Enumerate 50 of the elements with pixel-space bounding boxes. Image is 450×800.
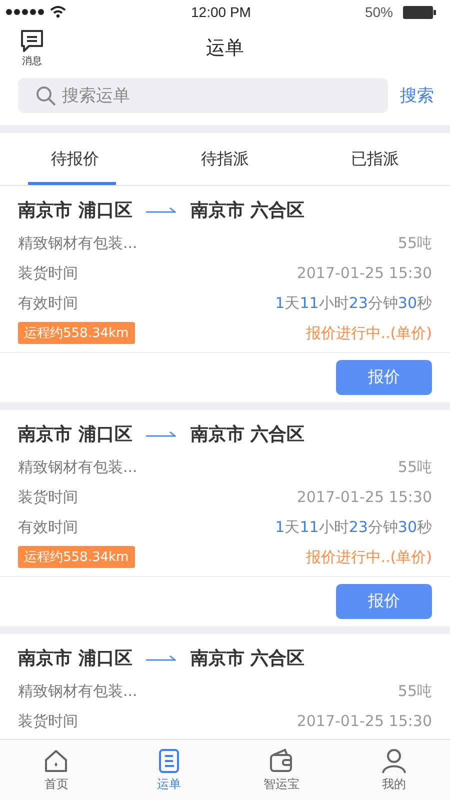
destination-text: 南京市 六合区 bbox=[190, 647, 305, 670]
distance-tag: 运程约558.34km bbox=[18, 322, 135, 344]
message-label[interactable]: 消息 bbox=[22, 54, 42, 68]
message-icon[interactable] bbox=[20, 28, 44, 52]
status-text: 报价进行中..(单价) bbox=[306, 324, 432, 342]
load-time-value: 2017-01-25 15:30 bbox=[296, 712, 432, 730]
weight-text: 55吨 bbox=[398, 682, 432, 700]
weight-text: 55吨 bbox=[398, 458, 432, 476]
order-card[interactable]: 南京市 浦口区 南京市 六合区 精致钢材有包装... 55吨 装货时间 2017-01-25 15:30 bbox=[0, 634, 450, 739]
page-title: 运单 bbox=[205, 36, 245, 61]
battery-text: 50% bbox=[364, 4, 393, 20]
valid-time-label: 有效时间 bbox=[18, 518, 78, 536]
countdown-text: 1天11小时23分钟30秒 bbox=[275, 294, 432, 312]
load-time-value: 2017-01-25 15:30 bbox=[296, 264, 432, 282]
tab[interactable]: 待报价 bbox=[0, 133, 150, 185]
destination-text: 南京市 六合区 bbox=[190, 199, 305, 222]
cargo-text: 精致钢材有包装... bbox=[18, 458, 138, 476]
battery-icon bbox=[402, 6, 436, 18]
cargo-text: 精致钢材有包装... bbox=[18, 682, 138, 700]
nav-item[interactable]: 首页 bbox=[0, 740, 112, 800]
status-text: 报价进行中..(单价) bbox=[306, 548, 432, 566]
wifi-icon bbox=[50, 6, 66, 18]
order-card[interactable]: 南京市 浦口区 南京市 六合区 精致钢材有包装... 55吨 装货时间 2017-01-25 15:30 有效时间 1天11小时23分钟30秒 运程约558.34km 报价进行中..(单价) 报价 bbox=[0, 410, 450, 626]
load-time-label: 装货时间 bbox=[18, 488, 78, 506]
status-time: 12:00 PM bbox=[190, 4, 252, 20]
wallet-icon bbox=[268, 748, 294, 774]
load-time-value: 2017-01-25 15:30 bbox=[296, 488, 432, 506]
signal-icon bbox=[6, 9, 44, 15]
destination-text: 南京市 六合区 bbox=[190, 423, 305, 446]
search-button[interactable]: 搜索 bbox=[400, 84, 434, 107]
valid-time-label: 有效时间 bbox=[18, 294, 78, 312]
origin-text: 南京市 浦口区 bbox=[18, 423, 132, 446]
origin-text: 南京市 浦口区 bbox=[18, 199, 132, 222]
search-icon bbox=[36, 86, 56, 106]
origin-text: 南京市 浦口区 bbox=[18, 647, 132, 670]
load-time-label: 装货时间 bbox=[18, 712, 78, 730]
load-time-label: 装货时间 bbox=[18, 264, 78, 282]
search-field[interactable]: 搜索运单 bbox=[18, 78, 388, 113]
nav-item[interactable]: 运单 bbox=[112, 740, 225, 800]
tab[interactable]: 待指派 bbox=[150, 133, 300, 185]
distance-tag: 运程约558.34km bbox=[18, 546, 135, 568]
weight-text: 55吨 bbox=[398, 234, 432, 252]
home-icon bbox=[43, 748, 70, 774]
nav-item[interactable]: 我的 bbox=[338, 740, 450, 800]
tab[interactable]: 已指派 bbox=[300, 133, 450, 185]
countdown-text: 1天11小时23分钟30秒 bbox=[275, 518, 432, 536]
nav-item[interactable]: 智运宝 bbox=[225, 740, 338, 800]
cargo-text: 精致钢材有包装... bbox=[18, 234, 138, 252]
order-card[interactable]: 南京市 浦口区 南京市 六合区 精致钢材有包装... 55吨 装货时间 2017-01-25 15:30 有效时间 1天11小时23分钟30秒 运程约558.34km 报价进行中..(单价) 报价 bbox=[0, 186, 450, 402]
person-icon bbox=[380, 748, 407, 774]
